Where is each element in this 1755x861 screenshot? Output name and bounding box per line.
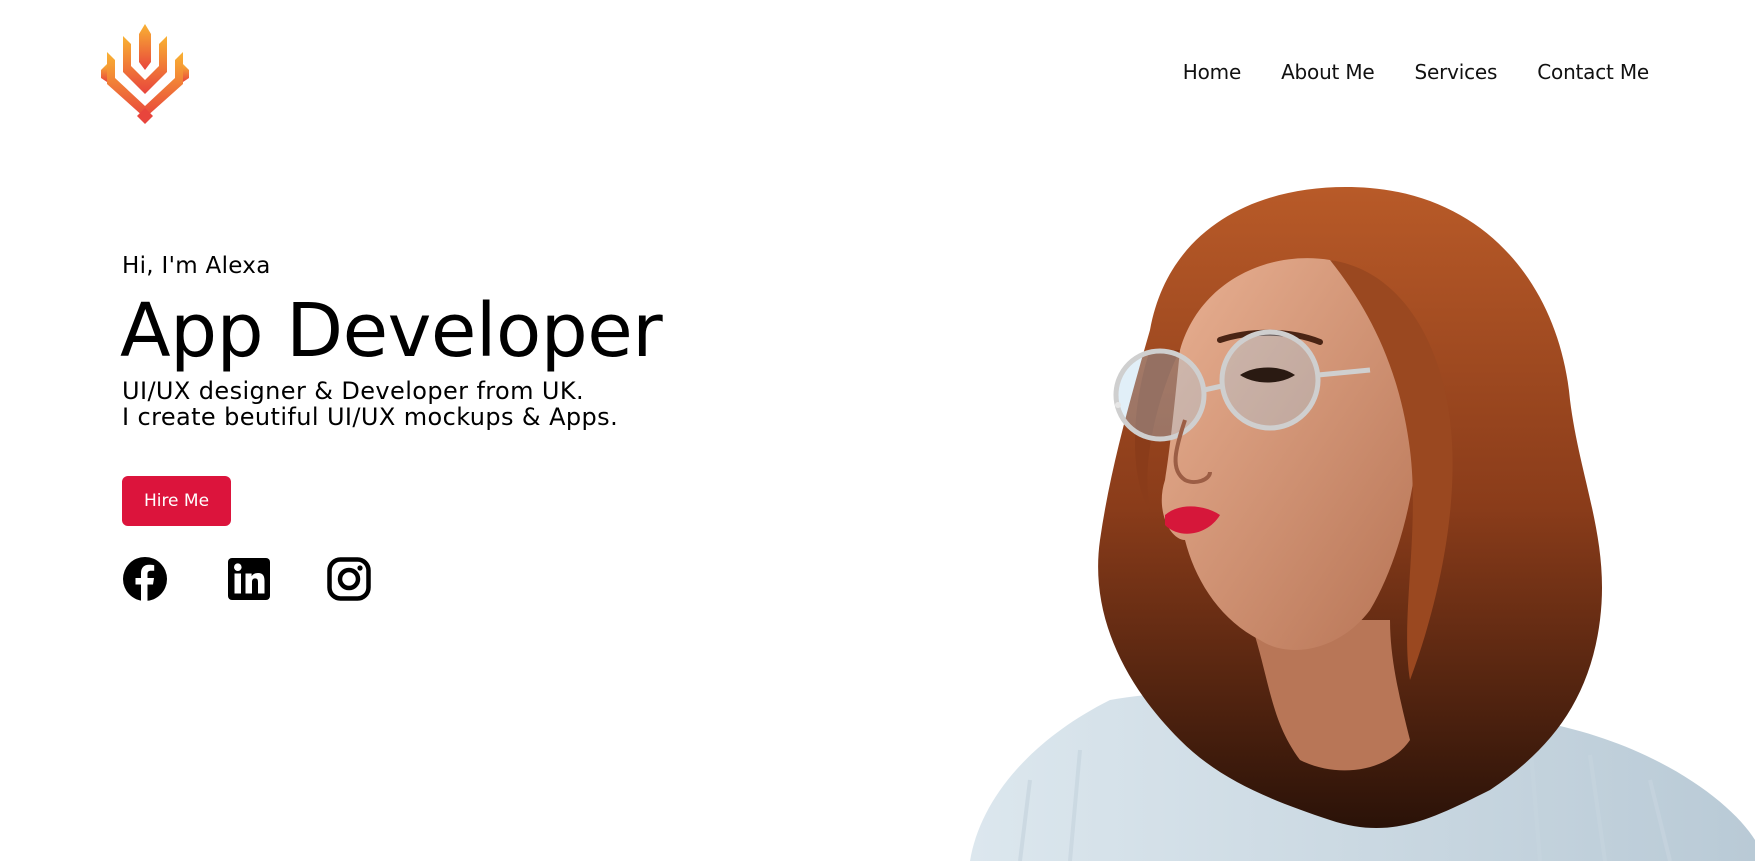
- nav-item-services[interactable]: Services: [1415, 60, 1498, 84]
- woman-portrait-icon: [970, 187, 1755, 861]
- hero-subtitle: UI/UX designer & Developer from UK. I cr…: [122, 378, 662, 430]
- nav-item-home[interactable]: Home: [1183, 60, 1241, 84]
- nav-item-about-me[interactable]: About Me: [1281, 60, 1375, 84]
- facebook-icon[interactable]: [122, 556, 168, 602]
- landing-page: Home About Me Services Contact Me Hi, I'…: [0, 0, 1755, 861]
- instagram-icon[interactable]: [326, 556, 372, 602]
- hero-greeting: Hi, I'm Alexa: [122, 253, 271, 279]
- nav-item-contact-me[interactable]: Contact Me: [1537, 60, 1649, 84]
- hero-title: App Developer: [120, 288, 663, 374]
- main-nav: Home About Me Services Contact Me: [1143, 60, 1649, 84]
- linkedin-icon[interactable]: [226, 556, 272, 602]
- brand-logo[interactable]: [93, 22, 197, 126]
- hero-section: Hi, I'm Alexa App Developer UI/UX design…: [120, 250, 663, 430]
- portrait-photo: [970, 180, 1755, 861]
- hire-me-button[interactable]: Hire Me: [122, 476, 231, 526]
- hero-subtitle-line-1: UI/UX designer & Developer from UK.: [122, 377, 585, 405]
- flame-crest-logo-icon: [101, 24, 189, 124]
- hero-subtitle-line-2: I create beutiful UI/UX mockups & Apps.: [122, 403, 619, 431]
